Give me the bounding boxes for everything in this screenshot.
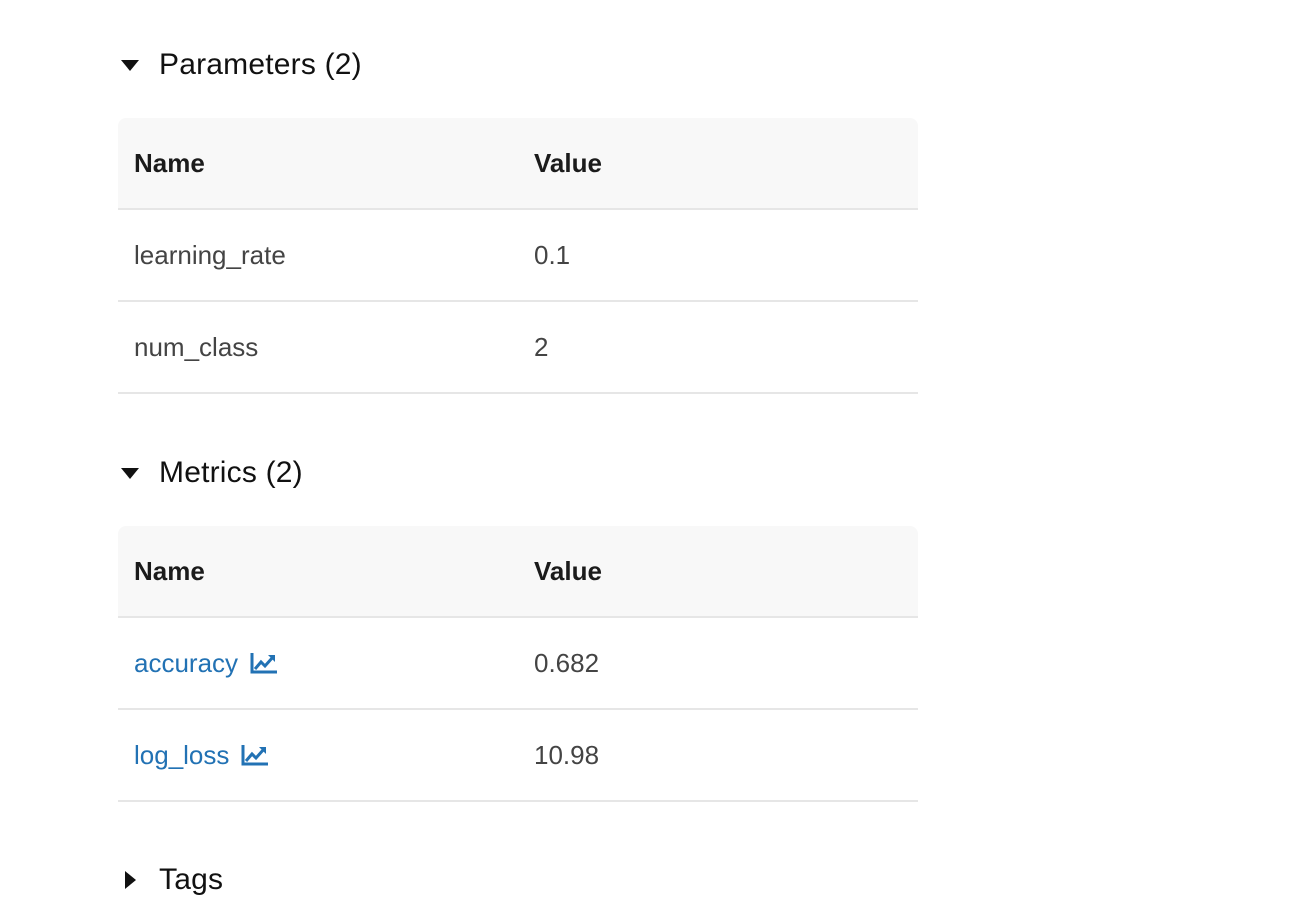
- metric-name: accuracy: [134, 647, 239, 678]
- metrics-section-toggle[interactable]: Metrics (2): [118, 453, 303, 493]
- param-value: 0.1: [534, 239, 571, 270]
- table-header-row: Name Value: [118, 118, 918, 210]
- line-chart-icon[interactable]: [250, 652, 278, 674]
- table-row: accuracy 0.682: [118, 618, 918, 710]
- param-value: 2: [534, 331, 549, 362]
- tags-section-title: Tags: [159, 863, 224, 896]
- table-row: learning_rate 0.1: [118, 210, 918, 302]
- param-name: learning_rate: [134, 239, 286, 270]
- parameters-section-toggle[interactable]: Parameters (2): [118, 45, 362, 85]
- metric-name-cell: log_loss: [118, 740, 518, 771]
- param-name: num_class: [134, 331, 259, 362]
- table-row: num_class 2: [118, 302, 918, 394]
- line-chart-icon[interactable]: [241, 744, 269, 766]
- metric-name-cell: accuracy: [118, 648, 518, 679]
- column-header-value[interactable]: Value: [518, 148, 918, 179]
- parameters-table: Name Value learning_rate 0.1 num_class 2: [118, 118, 918, 394]
- metric-link-accuracy[interactable]: accuracy: [134, 648, 278, 679]
- caret-right-icon: [118, 868, 142, 892]
- table-header-row: Name Value: [118, 526, 918, 618]
- column-header-name[interactable]: Name: [118, 148, 518, 179]
- tags-section-toggle[interactable]: Tags: [118, 860, 223, 900]
- metric-value: 10.98: [534, 739, 600, 770]
- column-header-name[interactable]: Name: [118, 556, 518, 587]
- metric-value: 0.682: [534, 647, 600, 678]
- metric-link-log-loss[interactable]: log_loss: [134, 740, 269, 771]
- caret-down-icon: [118, 461, 142, 485]
- caret-down-icon: [118, 53, 142, 77]
- metrics-table: Name Value accuracy 0.682 log_loss 10.98: [118, 526, 918, 802]
- metrics-section-title: Metrics (2): [159, 456, 303, 489]
- metric-name: log_loss: [134, 739, 230, 770]
- table-row: log_loss 10.98: [118, 710, 918, 802]
- column-header-value[interactable]: Value: [518, 556, 918, 587]
- parameters-section-title: Parameters (2): [159, 48, 362, 81]
